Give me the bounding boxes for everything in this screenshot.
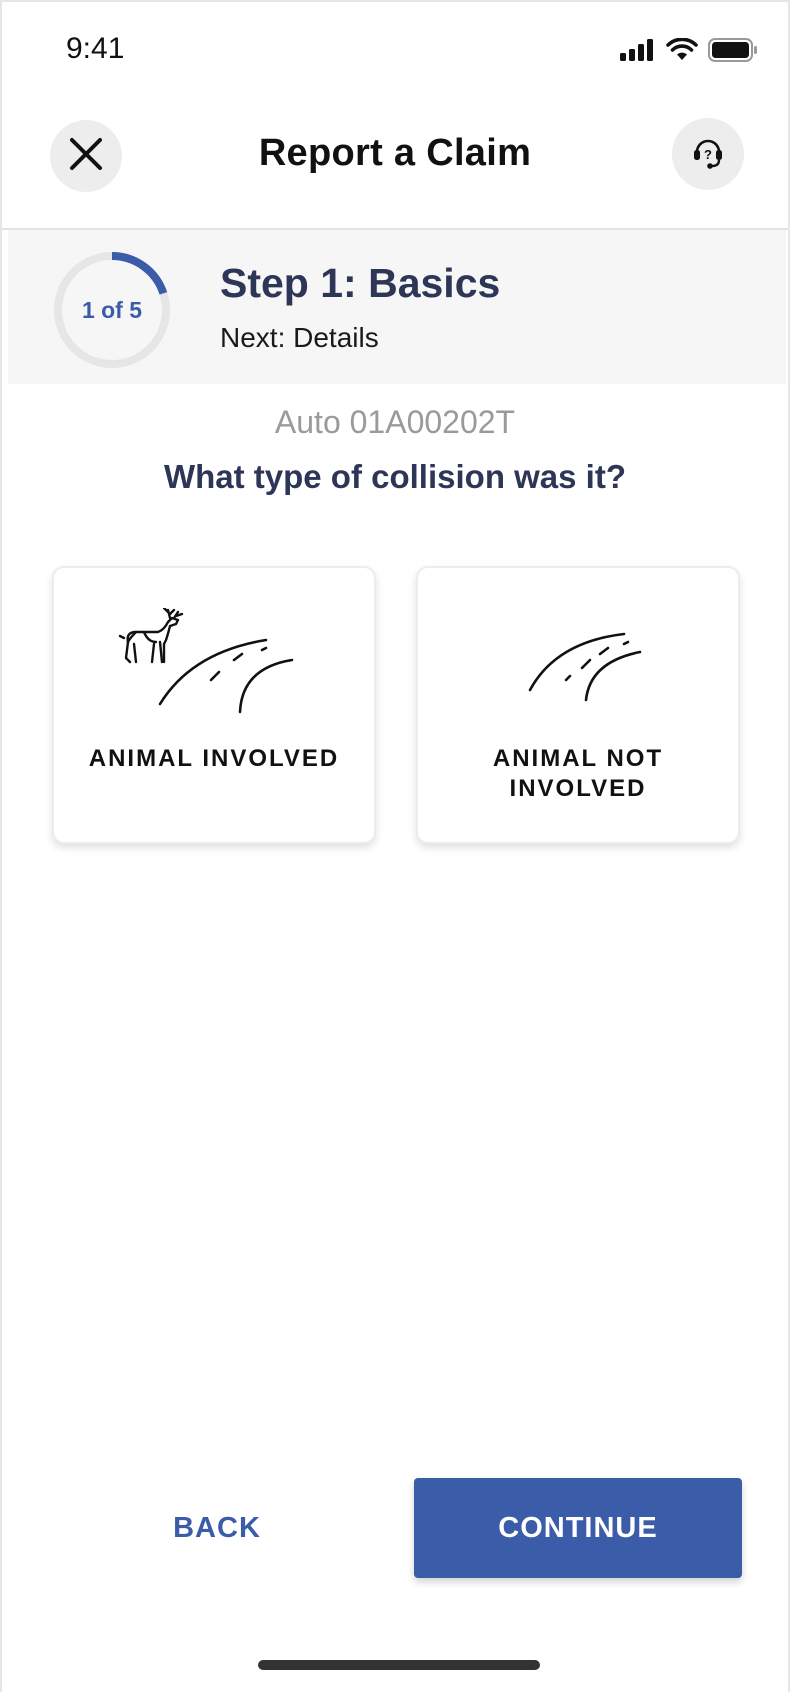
status-bar: 9:41 (2, 2, 788, 102)
status-time: 9:41 (66, 32, 125, 65)
step-next-label: Next: Details (220, 322, 379, 353)
wifi-icon (666, 37, 698, 67)
option-label: ANIMAL INVOLVED (88, 745, 340, 772)
page-title: Report a Claim (258, 132, 532, 174)
top-app-bar: Report a Claim ? (2, 102, 788, 230)
policy-number: Auto 01A00202T (274, 404, 516, 440)
step-banner: 1 of 5 Step 1: Basics Next: Details (8, 230, 786, 384)
status-icons (620, 37, 758, 67)
claim-screen: 9:41 Report a Claim ? 1 of 5 Step 1: Bas… (0, 0, 790, 1692)
step-progress-label: 1 of 5 (81, 296, 143, 323)
option-animal-not-involved[interactable]: ANIMAL NOT INVOLVED (416, 566, 740, 844)
deer-road-icon (54, 608, 374, 718)
support-agent-icon: ? (688, 132, 728, 177)
help-button[interactable]: ? (672, 118, 744, 190)
battery-icon (708, 38, 758, 67)
svg-text:?: ? (704, 147, 712, 162)
option-animal-involved[interactable]: ANIMAL INVOLVED (52, 566, 376, 844)
question-heading: What type of collision was it? (163, 458, 627, 495)
cellular-signal-icon (620, 39, 656, 66)
continue-button[interactable]: CONTINUE (414, 1478, 742, 1578)
home-indicator[interactable] (258, 1660, 540, 1670)
back-button[interactable]: BACK (102, 1478, 332, 1578)
step-title: Step 1: Basics (220, 260, 501, 306)
option-label: ANIMAL NOT INVOLVED (492, 745, 664, 802)
road-icon (418, 608, 738, 718)
